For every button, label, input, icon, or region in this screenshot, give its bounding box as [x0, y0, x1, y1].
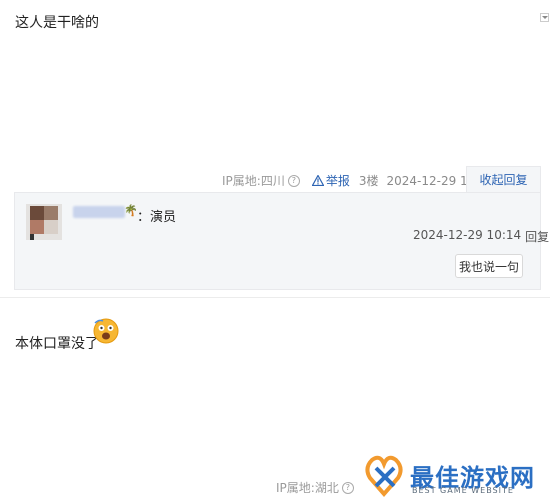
post-content: 这人是干啥的 [15, 15, 99, 31]
report-label: 举报 [325, 174, 350, 188]
add-comment-button[interactable]: 我也说一句 [455, 254, 523, 278]
reply-link[interactable]: 回复 [525, 228, 549, 245]
ip-location-2: IP属地:湖北 [276, 481, 339, 495]
post-content-2: 本体口罩没了 [15, 336, 99, 352]
watermark-subtitle: BEST GAME WEBSITE [412, 486, 514, 495]
warning-triangle-icon [311, 175, 324, 186]
reply-timestamp: 2024-12-29 10:14 [413, 228, 522, 242]
site-watermark: 最佳游戏网 BEST GAME WEBSITE [362, 452, 550, 502]
collapse-toggle-icon[interactable] [540, 13, 549, 22]
brand-logo-icon [365, 455, 403, 498]
post-meta: IP属地:四川 ? 举报 3楼 2024-12-29 10:10 [222, 172, 495, 189]
avatar[interactable] [22, 202, 62, 242]
floor-number: 3楼 [358, 174, 379, 188]
collapse-replies-button[interactable]: 收起回复 [466, 166, 541, 192]
scared-face-icon [93, 318, 119, 344]
palm-tree-icon: 🌴 [124, 204, 138, 217]
reply-content: ：演员 [137, 210, 177, 225]
post-meta-2: IP属地:湖北 ? [276, 479, 354, 496]
post-divider [0, 297, 550, 298]
help-circle-icon[interactable]: ? [341, 481, 354, 494]
username-blurred[interactable] [73, 206, 125, 218]
report-link[interactable]: 举报 [311, 172, 350, 189]
reply-meta: 2024-12-29 10:14 回复 [413, 228, 549, 245]
help-circle-icon[interactable]: ? [287, 174, 300, 187]
ip-location: IP属地:四川 [222, 174, 285, 188]
